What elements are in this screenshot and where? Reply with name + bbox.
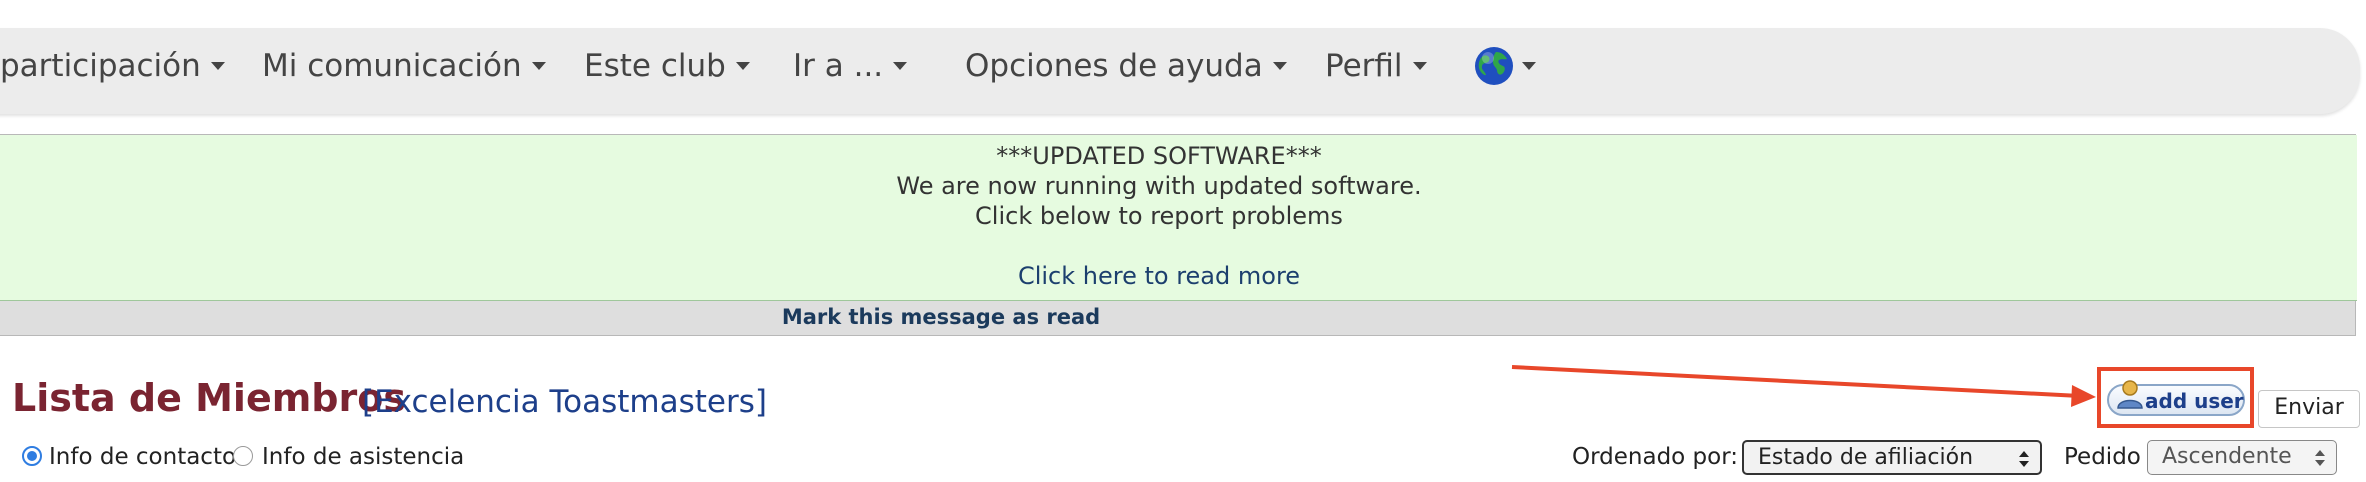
mark-as-read-link[interactable]: Mark this message as read (0, 305, 1891, 329)
sort-by-value: Estado de afiliación (1758, 445, 1974, 470)
nav-item-label: Perfil (1325, 48, 1403, 84)
nav-item-perfil[interactable]: Perfil (1325, 28, 1427, 114)
order-label: Pedido (2064, 444, 2141, 470)
announcement-banner: ***UPDATED SOFTWARE*** We are now runnin… (0, 134, 2357, 336)
chevron-down-icon (1522, 62, 1536, 70)
nav-item-este-club[interactable]: Este club (584, 28, 750, 114)
add-user-button[interactable]: add user (2107, 380, 2245, 416)
nav-item-ir-a[interactable]: Ir a ... (793, 28, 908, 114)
select-arrows-icon (2019, 451, 2029, 467)
chevron-down-icon (893, 62, 908, 70)
chevron-down-icon (735, 62, 750, 70)
globe-icon (1475, 47, 1513, 85)
user-add-icon (2117, 380, 2143, 409)
nav-item-participacion[interactable]: participación (0, 28, 225, 114)
top-nav: participación Mi comunicación Este club … (0, 28, 2360, 114)
attendance-info-radio[interactable] (233, 446, 253, 466)
club-name-link[interactable]: [Excelencia Toastmasters] (362, 384, 767, 420)
contact-info-label[interactable]: Info de contacto (49, 444, 236, 470)
language-menu[interactable] (1474, 46, 1536, 96)
announcement-line: Click below to report problems (975, 202, 1343, 230)
attendance-info-label[interactable]: Info de asistencia (262, 444, 464, 470)
announcement-line: We are now running with updated software… (896, 172, 1422, 200)
announcement-body: ***UPDATED SOFTWARE*** We are now runnin… (0, 135, 2357, 301)
chevron-down-icon (210, 62, 225, 70)
order-select[interactable]: Ascendente (2147, 440, 2337, 475)
nav-item-label: Opciones de ayuda (965, 48, 1263, 84)
nav-item-label: Mi comunicación (262, 48, 522, 84)
nav-item-mi-comunicacion[interactable]: Mi comunicación (262, 28, 546, 114)
announcement-heading: ***UPDATED SOFTWARE*** (996, 142, 1322, 170)
annotation-arrow-icon (1511, 365, 2096, 407)
add-user-label: add user (2145, 389, 2244, 413)
nav-item-label: participación (0, 48, 201, 84)
page-title: Lista de Miembros (12, 376, 406, 420)
read-more-link[interactable]: Click here to read more (1018, 262, 1300, 290)
send-button[interactable]: Enviar (2258, 390, 2360, 428)
chevron-down-icon (1412, 62, 1427, 70)
nav-item-label: Este club (584, 48, 726, 84)
order-value: Ascendente (2162, 444, 2292, 469)
contact-info-radio[interactable] (22, 446, 42, 466)
nav-item-label: Ir a ... (793, 48, 884, 84)
select-arrows-icon (2315, 450, 2325, 466)
sort-label: Ordenado por: (1572, 444, 1739, 470)
sort-by-select[interactable]: Estado de afiliación (1742, 440, 2042, 475)
nav-item-opciones-de-ayuda[interactable]: Opciones de ayuda (965, 28, 1287, 114)
chevron-down-icon (531, 62, 546, 70)
chevron-down-icon (1272, 62, 1287, 70)
